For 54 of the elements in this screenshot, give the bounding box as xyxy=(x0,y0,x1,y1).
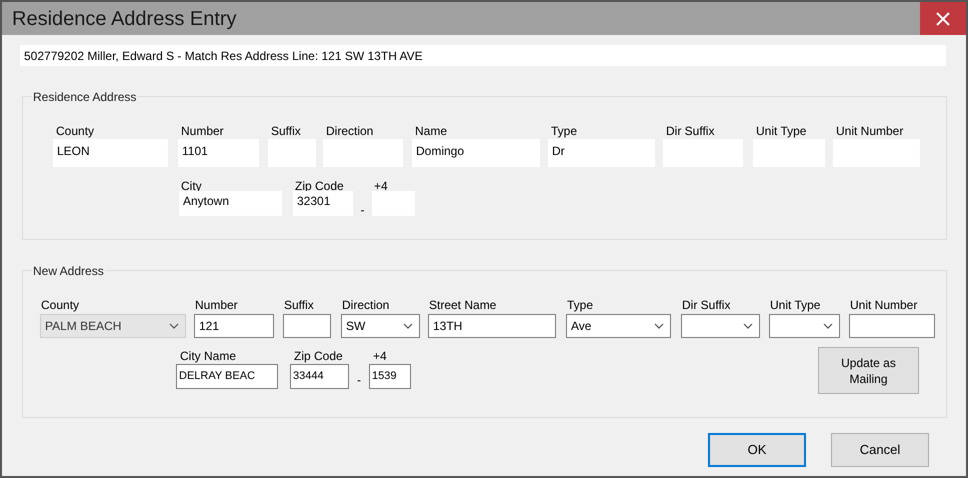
field-label: Direction xyxy=(325,123,374,139)
read-only-field: Anytown xyxy=(179,191,282,216)
field-label: City xyxy=(180,178,203,191)
update-as-mailing-button[interactable]: Update as Mailing xyxy=(818,347,919,394)
field-label: Type xyxy=(566,297,594,314)
close-button[interactable] xyxy=(920,2,966,35)
field-label: +4 xyxy=(373,178,389,191)
text-field[interactable]: DELRAY BEAC xyxy=(176,364,278,389)
field-label: Suffix xyxy=(270,123,302,139)
field-label: Unit Type xyxy=(769,297,822,314)
chevron-down-icon xyxy=(823,323,833,329)
dropdown[interactable]: SW xyxy=(341,314,420,338)
field-label: County xyxy=(40,297,80,314)
field-label: Unit Number xyxy=(835,123,904,139)
dialog-button[interactable]: Cancel xyxy=(831,433,929,467)
zip-separator: - xyxy=(360,202,364,219)
dropdown[interactable] xyxy=(681,314,760,338)
read-only-field: LEON xyxy=(53,139,168,167)
field-label: Number xyxy=(194,297,239,314)
text-field[interactable] xyxy=(283,314,331,338)
text-field[interactable] xyxy=(849,314,935,338)
field-label: Unit Type xyxy=(755,123,808,139)
close-icon xyxy=(935,10,951,26)
field-label: Zip Code xyxy=(293,348,344,364)
text-field[interactable]: 13TH xyxy=(428,314,556,338)
field-label: Number xyxy=(180,123,225,139)
read-only-field: 32301 xyxy=(293,191,353,216)
field-label: Street Name xyxy=(428,297,498,314)
field-label: Dir Suffix xyxy=(681,297,732,314)
field-label: Zip Code xyxy=(294,178,345,191)
dialog-button[interactable]: OK xyxy=(708,433,806,467)
field-label: Suffix xyxy=(283,297,315,314)
text-field[interactable]: 121 xyxy=(194,314,274,338)
chevron-down-icon xyxy=(403,323,413,329)
text-field[interactable]: 33444 xyxy=(290,364,349,389)
field-label: Unit Number xyxy=(849,297,918,314)
dropdown[interactable] xyxy=(769,314,840,338)
chevron-down-icon xyxy=(743,323,753,329)
chevron-down-icon xyxy=(169,323,179,329)
zip-separator: - xyxy=(357,372,361,389)
field-label: Dir Suffix xyxy=(665,123,716,139)
window-title: Residence Address Entry xyxy=(12,6,237,32)
field-label: Type xyxy=(550,123,578,139)
field-label: +4 xyxy=(372,348,388,364)
field-label: Name xyxy=(414,123,448,139)
read-only-field: Dr xyxy=(548,139,655,167)
dropdown[interactable]: Ave xyxy=(566,314,671,338)
field-label: County xyxy=(55,123,96,139)
field-label: Direction xyxy=(341,297,390,314)
read-only-field: Domingo xyxy=(412,139,540,167)
read-only-field: 1101 xyxy=(178,139,259,167)
field-label: City Name xyxy=(179,348,238,364)
text-field[interactable]: 1539 xyxy=(369,364,411,389)
chevron-down-icon xyxy=(654,323,664,329)
